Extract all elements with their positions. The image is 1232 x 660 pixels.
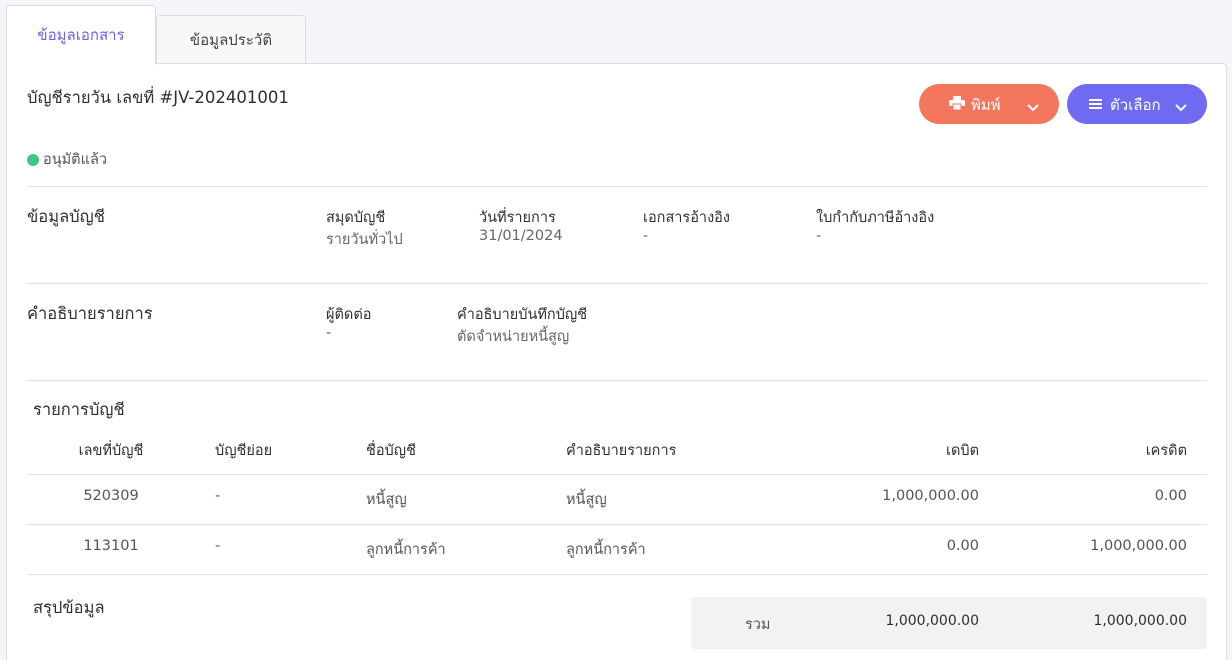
sub-account-cell: - — [215, 488, 221, 504]
menu-icon — [1089, 96, 1102, 114]
column-header-account-no: เลขที่บัญชี — [78, 443, 144, 459]
column-header-description: คำอธิบายรายการ — [566, 443, 677, 459]
tax-invoice-ref-label: ใบกำกับภาษีอ้างอิง — [816, 210, 935, 226]
transaction-date-label: วันที่รายการ — [479, 210, 556, 226]
print-button[interactable]: พิมพ์ — [919, 84, 1059, 124]
account-info-title: ข้อมูลบัญชี — [27, 207, 105, 226]
column-header-account-name: ชื่อบัญชี — [366, 443, 416, 459]
options-button[interactable]: ตัวเลือก — [1067, 84, 1207, 124]
status-dot-icon — [27, 153, 39, 166]
printer-icon — [949, 96, 965, 114]
account-name-cell: หนี้สูญ — [366, 492, 407, 508]
tab-bar: ข้อมูลเอกสาร ข้อมูลประวัติ — [0, 0, 1232, 65]
chevron-down-icon[interactable] — [1175, 98, 1187, 116]
options-button-label: ตัวเลือก — [1110, 96, 1161, 114]
description-cell: ลูกหนี้การค้า — [566, 542, 646, 558]
divider — [27, 380, 1207, 381]
tab-document-info[interactable]: ข้อมูลเอกสาร — [6, 5, 156, 65]
tax-invoice-ref-value: - — [816, 228, 822, 244]
transaction-date-value: 31/01/2024 — [479, 228, 563, 244]
journal-book-value: รายวันทั่วไป — [326, 232, 403, 248]
chevron-down-icon[interactable] — [1027, 98, 1039, 116]
status-badge: อนุมัติแล้ว — [27, 148, 107, 171]
total-credit: 1,000,000.00 — [1093, 613, 1187, 629]
summary-total-box: รวม 1,000,000.00 1,000,000.00 — [691, 597, 1207, 649]
column-header-credit: เครดิต — [1145, 443, 1187, 459]
credit-cell: 1,000,000.00 — [1090, 538, 1187, 554]
status-label: อนุมัติแล้ว — [43, 152, 107, 168]
total-debit: 1,000,000.00 — [885, 613, 979, 629]
row-divider — [27, 574, 1207, 575]
description-cell: หนี้สูญ — [566, 492, 607, 508]
row-divider — [27, 524, 1207, 525]
document-card: บัญชีรายวัน เลขที่ #JV-202401001 พิมพ์ ต… — [6, 63, 1227, 660]
sub-account-cell: - — [215, 538, 221, 554]
divider — [27, 283, 1207, 284]
description-title: คำอธิบายรายการ — [27, 304, 153, 323]
tab-history[interactable]: ข้อมูลประวัติ — [156, 15, 306, 65]
account-name-cell: ลูกหนี้การค้า — [366, 542, 446, 558]
contact-value: - — [326, 325, 332, 341]
account-no-cell: 520309 — [83, 488, 139, 504]
divider — [27, 186, 1207, 187]
summary-title: สรุปข้อมูล — [33, 598, 105, 617]
entry-description-value: ตัดจำหน่ายหนี้สูญ — [457, 329, 570, 345]
reference-doc-label: เอกสารอ้างอิง — [643, 210, 730, 226]
debit-cell: 1,000,000.00 — [882, 488, 979, 504]
column-header-sub-account: บัญชีย่อย — [215, 443, 273, 459]
page-title: บัญชีรายวัน เลขที่ #JV-202401001 — [27, 88, 289, 107]
journal-book-label: สมุดบัญชี — [326, 210, 386, 226]
reference-doc-value: - — [643, 228, 649, 244]
debit-cell: 0.00 — [946, 538, 979, 554]
table-header-divider — [27, 474, 1207, 475]
credit-cell: 0.00 — [1154, 488, 1187, 504]
print-button-label: พิมพ์ — [971, 96, 1001, 114]
contact-label: ผู้ติดต่อ — [326, 307, 372, 323]
total-label: รวม — [745, 617, 771, 633]
entries-title: รายการบัญชี — [33, 400, 125, 419]
column-header-debit: เดบิต — [946, 443, 979, 459]
account-no-cell: 113101 — [83, 538, 139, 554]
entry-description-label: คำอธิบายบันทึกบัญชี — [457, 307, 588, 323]
